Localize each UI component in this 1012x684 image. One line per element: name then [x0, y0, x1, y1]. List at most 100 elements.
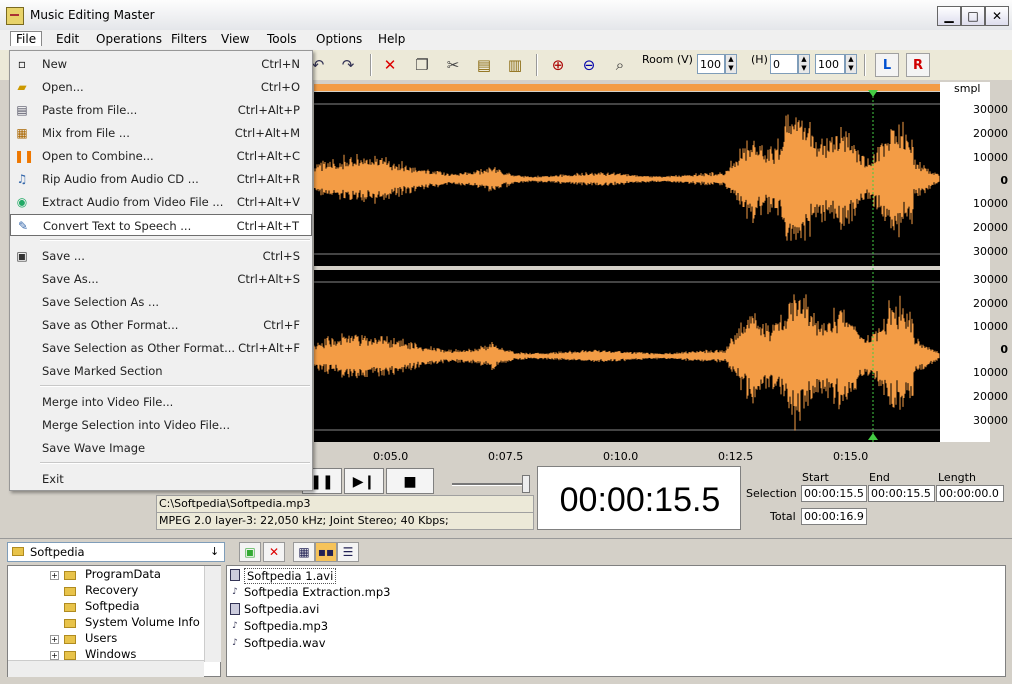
menu-item-save-marked-section[interactable]: Save Marked Section	[10, 360, 312, 382]
menu-item-mix-from-file[interactable]: ▦ Mix from File ... Ctrl+Alt+M	[10, 122, 312, 144]
large-icons-view-button[interactable]: ▦	[293, 542, 315, 562]
tree-vertical-scrollbar[interactable]	[204, 566, 221, 662]
selection-end-field[interactable]: 00:00:15.5	[868, 485, 935, 502]
paste-special-icon[interactable]: ▥	[503, 53, 527, 77]
dropdown-arrow-icon[interactable]: ↓	[210, 545, 219, 558]
minimize-button[interactable]: ▁	[937, 6, 961, 26]
expand-icon[interactable]: +	[50, 651, 59, 660]
zoom-fit-icon[interactable]: ⌕	[608, 53, 632, 77]
volume-slider-thumb[interactable]	[522, 475, 530, 493]
expand-icon[interactable]: +	[50, 571, 59, 580]
waveform-display[interactable]	[314, 82, 940, 442]
scale-label: 30000	[973, 103, 1008, 116]
tree-item[interactable]: Users	[85, 631, 117, 645]
menu-item-new[interactable]: ▫ New Ctrl+N	[10, 53, 312, 75]
menu-item-save-selection-other-format[interactable]: Save Selection as Other Format... Ctrl+Al…	[10, 337, 312, 359]
list-view-button[interactable]: ☰	[337, 542, 359, 562]
room-v-input[interactable]: 100	[697, 54, 725, 74]
room-h-input[interactable]: 100	[815, 54, 845, 74]
delete-icon[interactable]: ✕	[378, 53, 402, 77]
toolbar-separator	[536, 54, 538, 76]
start-header: Start	[802, 471, 829, 484]
length-header: Length	[938, 471, 976, 484]
tree-item[interactable]: Softpedia	[85, 599, 140, 613]
paste-icon[interactable]: ▤	[472, 53, 496, 77]
file-list[interactable]: Softpedia 1.avi ♪ Softpedia Extraction.m…	[226, 565, 1006, 677]
delete-file-button[interactable]: ✕	[263, 542, 285, 562]
tree-item[interactable]: System Volume Info	[85, 615, 200, 629]
tree-horizontal-scrollbar[interactable]	[8, 660, 204, 677]
menu-item-extract-audio[interactable]: ◉ Extract Audio from Video File ... Ctrl+A…	[10, 191, 312, 213]
redo-icon[interactable]: ↷	[336, 53, 360, 77]
audio-file-icon: ♪	[232, 621, 238, 631]
menu-separator	[40, 385, 310, 387]
menu-help[interactable]: Help	[378, 32, 405, 46]
volume-slider[interactable]	[452, 483, 528, 486]
timecode-display: 00:00:15.5	[537, 466, 741, 530]
copy-icon[interactable]: ❐	[410, 53, 434, 77]
new-file-icon: ▫	[17, 57, 27, 71]
menu-item-paste-from-file[interactable]: ▤ Paste from File... Ctrl+Alt+P	[10, 99, 312, 121]
file-item[interactable]: Softpedia 1.avi	[244, 568, 337, 584]
menu-item-save-other-format[interactable]: Save as Other Format... Ctrl+F	[10, 314, 312, 336]
open-folder-icon: ▰	[17, 80, 27, 94]
menu-operations[interactable]: Operations	[96, 32, 162, 46]
zoom-out-icon[interactable]: ⊖	[577, 53, 601, 77]
menu-item-exit[interactable]: Exit	[10, 468, 312, 490]
scale-label: 10000	[973, 366, 1008, 379]
menu-item-save-selection-as[interactable]: Save Selection As ...	[10, 291, 312, 313]
expand-icon[interactable]: +	[50, 635, 59, 644]
total-label: Total	[770, 510, 796, 523]
folder-icon	[64, 635, 76, 644]
menu-view[interactable]: View	[221, 32, 249, 46]
new-folder-button[interactable]: ▣	[239, 542, 261, 562]
left-channel-button[interactable]: L	[875, 53, 899, 77]
menu-item-save-as[interactable]: Save As... Ctrl+Alt+S	[10, 268, 312, 290]
folder-dropdown[interactable]: Softpedia ↓	[7, 542, 225, 562]
file-item[interactable]: Softpedia.wav	[244, 636, 326, 650]
maximize-button[interactable]: □	[961, 6, 985, 26]
stop-button[interactable]: ■	[386, 468, 434, 494]
menu-item-open[interactable]: ▰ Open... Ctrl+O	[10, 76, 312, 98]
cut-icon[interactable]: ✂	[441, 53, 465, 77]
mix-icon: ▦	[16, 126, 28, 140]
tree-item[interactable]: ProgramData	[85, 567, 161, 581]
right-channel-button[interactable]: R	[906, 53, 930, 77]
menu-item-rip-cd[interactable]: ♫ Rip Audio from Audio CD ... Ctrl+Alt+R	[10, 168, 312, 190]
menu-item-merge-video[interactable]: Merge into Video File...	[10, 391, 312, 413]
selection-length-field[interactable]: 00:00:00.0	[936, 485, 1004, 502]
file-item[interactable]: Softpedia.avi	[244, 602, 319, 616]
room-h-stepper[interactable]: ▲ ▼	[845, 54, 857, 74]
small-icons-view-button[interactable]: ▪▪	[315, 542, 337, 562]
menu-item-save[interactable]: ▣ Save ... Ctrl+S	[10, 245, 312, 267]
file-item[interactable]: Softpedia.mp3	[244, 619, 328, 633]
menu-file[interactable]: File	[10, 31, 43, 46]
menu-edit[interactable]: Edit	[56, 32, 79, 46]
h-stepper[interactable]: ▲ ▼	[798, 54, 810, 74]
total-field: 00:00:16.9	[801, 508, 867, 525]
menu-tools[interactable]: Tools	[267, 32, 297, 46]
close-button[interactable]: ✕	[985, 6, 1009, 26]
h-input[interactable]: 0	[770, 54, 798, 74]
tree-item[interactable]: Recovery	[85, 583, 138, 597]
play-next-button[interactable]: ▶❙	[344, 468, 384, 494]
scale-label: 30000	[973, 245, 1008, 258]
menu-separator	[40, 462, 310, 464]
end-header: End	[869, 471, 890, 484]
timeline-label: 0:05.0	[373, 450, 409, 463]
audio-file-icon: ♪	[232, 638, 238, 648]
h-label: (H)	[751, 53, 768, 66]
menu-item-text-to-speech[interactable]: ✎ Convert Text to Speech ... Ctrl+Alt+T	[10, 214, 312, 236]
menu-options[interactable]: Options	[316, 32, 362, 46]
paste-file-icon: ▤	[16, 103, 28, 117]
menu-item-save-wave-image[interactable]: Save Wave Image	[10, 437, 312, 459]
room-v-stepper[interactable]: ▲ ▼	[725, 54, 737, 74]
menu-filters[interactable]: Filters	[171, 32, 207, 46]
tree-item[interactable]: Windows	[85, 647, 136, 661]
scale-label: 20000	[973, 127, 1008, 140]
file-item[interactable]: Softpedia Extraction.mp3	[244, 585, 390, 599]
selection-start-field[interactable]: 00:00:15.5	[801, 485, 867, 502]
menu-item-open-to-combine[interactable]: ❚❚ Open to Combine... Ctrl+Alt+C	[10, 145, 312, 167]
zoom-in-icon[interactable]: ⊕	[546, 53, 570, 77]
menu-item-merge-selection-video[interactable]: Merge Selection into Video File...	[10, 414, 312, 436]
